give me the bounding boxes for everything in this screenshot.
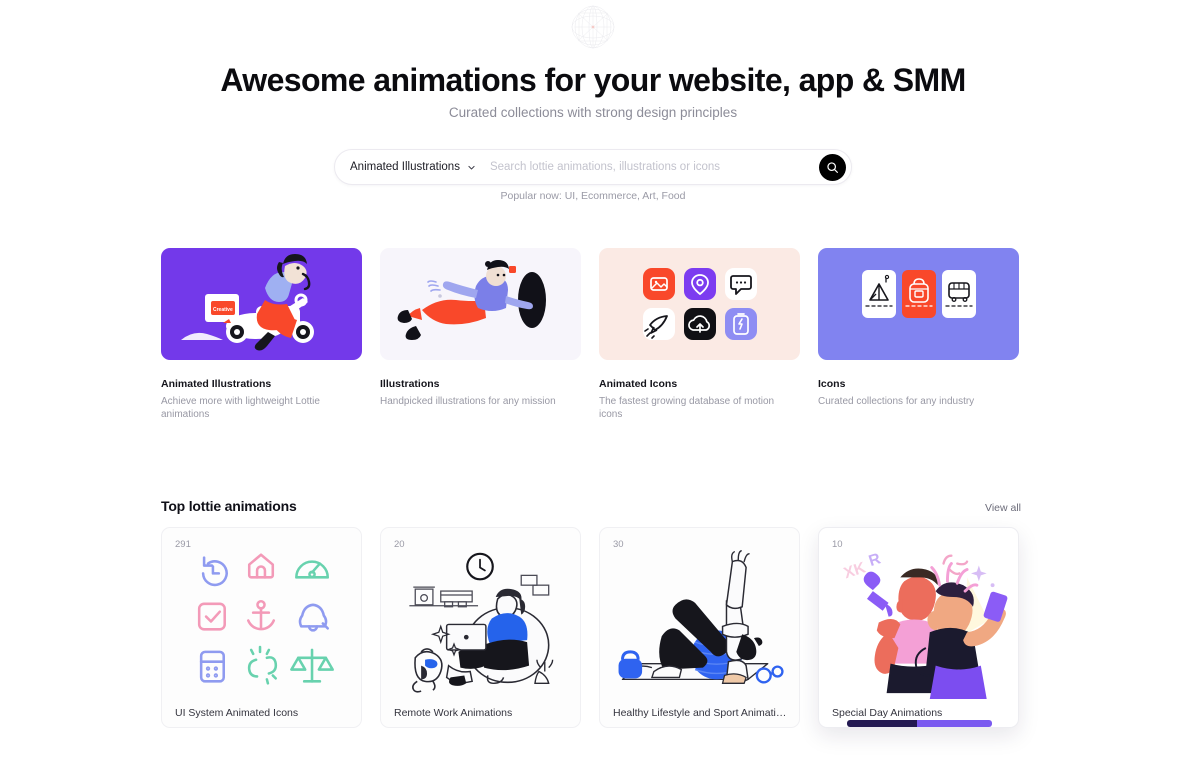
category-card-desc: Achieve more with lightweight Lottie ani…	[161, 396, 320, 420]
lottie-card-count: 30	[613, 539, 624, 550]
category-card-animated-illustrations[interactable]: Creative Animated Illustrations Achieve …	[161, 248, 362, 421]
popular-searches[interactable]: Popular now: UI, Ecommerce, Art, Food	[0, 190, 1186, 202]
page-title: Awesome animations for your website, app…	[220, 62, 966, 98]
checkbox-icon	[197, 602, 226, 631]
lottie-card-name: Healthy Lifestyle and Sport Animations	[613, 707, 789, 719]
svg-text:R: R	[867, 550, 883, 570]
category-card-title: Icons	[818, 378, 846, 390]
category-card-desc: Handpicked illustrations for any mission	[380, 396, 556, 407]
scooter-delivery-illustration: Creative	[161, 248, 362, 360]
search-icon	[827, 161, 838, 173]
page-subtitle: Curated collections with strong design p…	[448, 105, 738, 120]
view-all-link[interactable]: View all	[985, 502, 1021, 514]
lottie-card-special-day[interactable]: 10 XK R Special Day Animations	[818, 527, 1019, 728]
yoga-fitness-illustration	[600, 542, 799, 699]
playback-progress-bar[interactable]	[847, 720, 992, 727]
scales-icon	[290, 648, 334, 683]
search-submit-button[interactable]	[819, 153, 846, 181]
top-lottie-card-row: 291 UI System Animated Icons 20 Remote W…	[161, 527, 1021, 728]
progress-track	[916, 720, 992, 727]
top-lottie-section-header: Top lottie animations View all	[161, 498, 1021, 514]
remote-work-illustration	[381, 542, 580, 699]
lottie-card-ui-system[interactable]: 291 UI System Animated Icons	[161, 527, 362, 728]
lottie-card-count: 291	[175, 539, 191, 550]
lottie-card-count: 10	[832, 539, 843, 550]
search-category-dropdown[interactable]: Animated Illustrations	[335, 150, 476, 184]
search-bar: Animated Illustrations	[334, 149, 852, 185]
celebration-selfie-illustration: XK R	[819, 542, 1018, 699]
location-pin-icon-tile	[684, 268, 716, 300]
broken-link-icon	[247, 645, 278, 685]
backpack-icon-card	[902, 270, 936, 318]
category-card-desc: Curated collections for any industry	[818, 396, 975, 407]
bus-icon-card	[942, 270, 976, 318]
dumbbell-icon	[755, 665, 784, 684]
lottie-card-name: Special Day Animations	[832, 707, 943, 719]
lottie-card-healthy-lifestyle[interactable]: 30 Healthy Lifestyle and Sport Animation…	[599, 527, 800, 728]
anchor-icon	[246, 599, 276, 631]
home-icon	[247, 553, 275, 579]
flying-person-illustration	[380, 248, 581, 360]
bell-icon	[298, 603, 330, 632]
svg-text:Creative: Creative	[213, 307, 233, 313]
chevron-down-icon	[468, 165, 475, 169]
category-card-illustrations[interactable]: Illustrations Handpicked illustrations f…	[380, 248, 581, 421]
chat-bubble-icon-tile	[725, 268, 757, 300]
speedometer-icon	[295, 560, 330, 579]
history-clock-icon	[201, 556, 228, 587]
category-card-icons[interactable]: Icons Curated collections for any indust…	[818, 248, 1019, 421]
wireframe-globe-logo[interactable]	[566, 2, 620, 52]
calculator-icon	[199, 650, 225, 683]
lottie-card-name: UI System Animated Icons	[175, 707, 299, 719]
search-input[interactable]	[475, 150, 819, 184]
category-card-title: Illustrations	[380, 378, 440, 390]
lottie-card-count: 20	[394, 539, 405, 550]
industry-icon-cards	[818, 248, 1019, 360]
progress-played	[847, 720, 917, 727]
kettlebell-icon	[618, 650, 643, 679]
pastel-ui-icon-grid	[162, 542, 361, 699]
search-category-label: Animated Illustrations	[350, 161, 460, 173]
section-title: Top lottie animations	[161, 498, 297, 514]
lottie-card-name: Remote Work Animations	[394, 707, 513, 719]
category-card-title: Animated Illustrations	[161, 378, 272, 390]
category-card-title: Animated Icons	[599, 378, 678, 390]
category-card-animated-icons[interactable]: Animated Icons The fastest growing datab…	[599, 248, 800, 421]
category-card-desc: The fastest growing database of motion i…	[599, 396, 775, 420]
category-card-row: Creative Animated Illustrations Achieve …	[161, 248, 1021, 421]
landing-page: Awesome animations for your website, app…	[0, 0, 1186, 777]
animated-icon-tiles	[599, 248, 800, 360]
lottie-card-remote-work[interactable]: 20 Remote Work Animations	[380, 527, 581, 728]
logo-container	[0, 2, 1186, 52]
